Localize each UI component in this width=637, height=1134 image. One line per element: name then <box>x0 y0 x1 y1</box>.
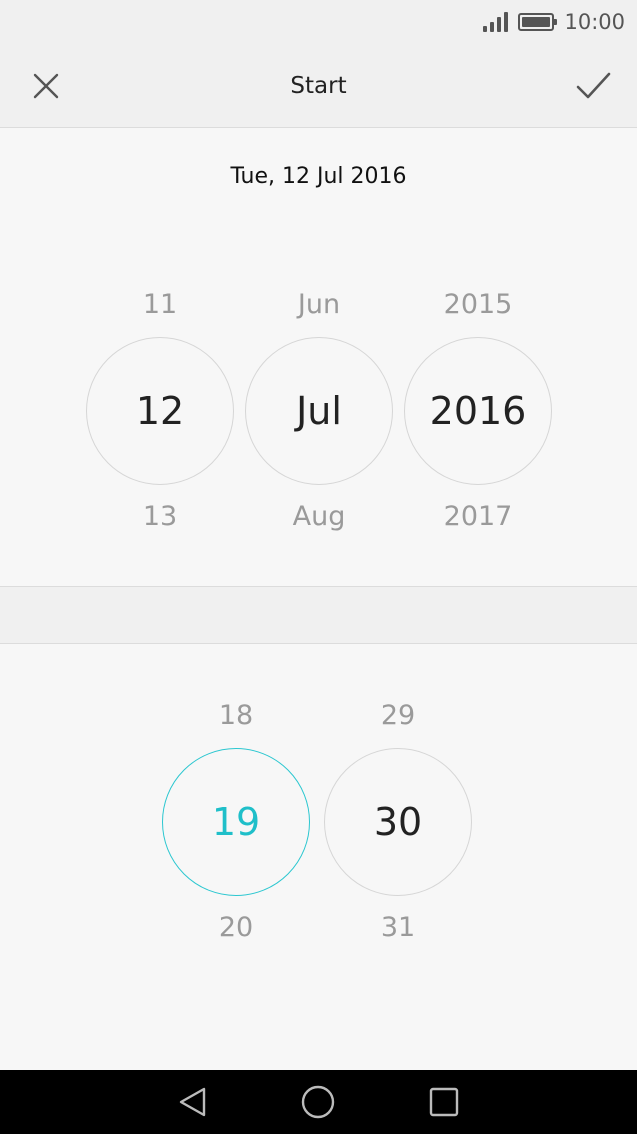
month-wheel[interactable]: Jun Jul Aug <box>244 283 394 539</box>
hour-wheel[interactable]: 18 19 20 <box>161 694 311 950</box>
section-divider <box>0 586 637 644</box>
year-selected[interactable]: 2016 <box>404 337 552 485</box>
day-next[interactable]: 13 <box>85 495 235 539</box>
month-prev[interactable]: Jun <box>244 283 394 327</box>
hour-prev[interactable]: 18 <box>161 694 311 738</box>
year-prev[interactable]: 2015 <box>403 283 553 327</box>
close-icon <box>33 73 59 99</box>
screen: 10:00 Start Tue, 12 Jul 2016 11 12 13 Ju… <box>0 0 637 1134</box>
year-next[interactable]: 2017 <box>403 495 553 539</box>
status-bar: 10:00 <box>0 0 637 44</box>
checkmark-icon <box>576 72 611 99</box>
header-bar: Start <box>0 44 637 128</box>
selected-date-summary: Tue, 12 Jul 2016 <box>230 164 407 189</box>
hour-selected[interactable]: 19 <box>162 748 310 896</box>
page-title: Start <box>290 73 347 99</box>
recents-button[interactable] <box>426 1084 462 1120</box>
year-wheel[interactable]: 2015 2016 2017 <box>403 283 553 539</box>
battery-icon <box>518 13 558 31</box>
nav-recents-icon <box>429 1087 459 1117</box>
minute-prev[interactable]: 29 <box>323 694 473 738</box>
back-button[interactable] <box>175 1084 211 1120</box>
home-button[interactable] <box>300 1084 336 1120</box>
status-time: 10:00 <box>564 10 625 34</box>
nav-back-icon <box>179 1087 206 1117</box>
navigation-bar <box>0 1070 637 1134</box>
month-next[interactable]: Aug <box>244 495 394 539</box>
signal-icon <box>483 12 509 32</box>
minute-wheel[interactable]: 29 30 31 <box>323 694 473 950</box>
minute-next[interactable]: 31 <box>323 906 473 950</box>
month-selected[interactable]: Jul <box>245 337 393 485</box>
nav-home-icon <box>302 1085 335 1119</box>
close-button[interactable] <box>26 66 66 106</box>
day-selected[interactable]: 12 <box>86 337 234 485</box>
minute-selected[interactable]: 30 <box>324 748 472 896</box>
hour-next[interactable]: 20 <box>161 906 311 950</box>
day-prev[interactable]: 11 <box>85 283 235 327</box>
day-wheel[interactable]: 11 12 13 <box>85 283 235 539</box>
confirm-button[interactable] <box>571 64 615 108</box>
